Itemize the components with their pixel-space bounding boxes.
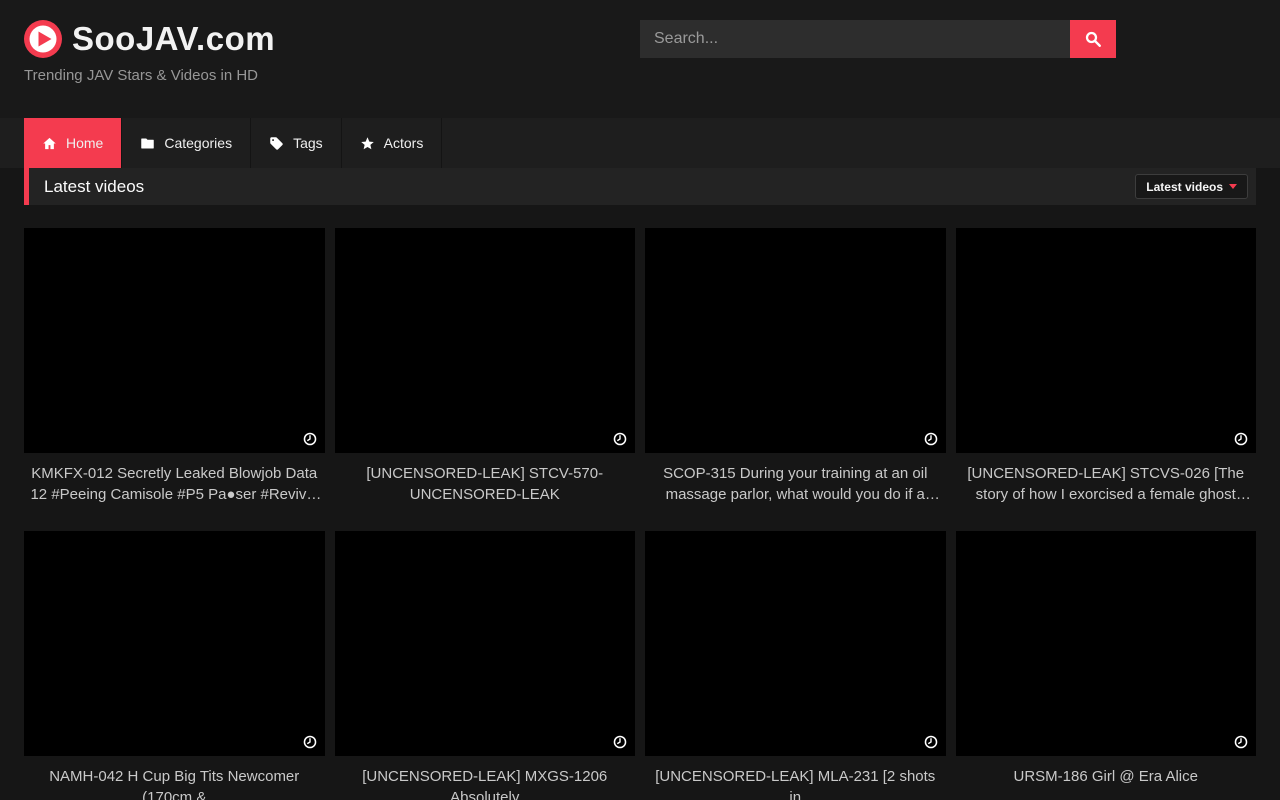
video-grid: KMKFX-012 Secretly Leaked Blowjob Data 1… <box>24 228 1256 800</box>
home-icon <box>42 136 57 151</box>
nav-tab-home[interactable]: Home <box>24 118 122 168</box>
video-thumbnail[interactable] <box>956 531 1257 756</box>
video-title[interactable]: [UNCENSORED-LEAK] MLA-231 [2 shots in <box>645 766 946 800</box>
site-logo[interactable]: SooJAV.com <box>24 20 275 58</box>
clock-icon <box>613 735 627 749</box>
video-title[interactable]: [UNCENSORED-LEAK] STCV-570-UNCENSORED-LE… <box>335 463 636 505</box>
video-card[interactable]: SCOP-315 During your training at an oil … <box>645 228 946 505</box>
clock-icon <box>1234 735 1248 749</box>
sort-dropdown[interactable]: Latest videos <box>1135 174 1248 199</box>
video-card[interactable]: [UNCENSORED-LEAK] STCV-570-UNCENSORED-LE… <box>335 228 636 505</box>
nav-tab-label: Home <box>66 135 103 151</box>
video-thumbnail[interactable] <box>645 531 946 756</box>
section-header: Latest videos Latest videos <box>24 168 1256 205</box>
video-thumbnail[interactable] <box>24 531 325 756</box>
video-thumbnail[interactable] <box>335 531 636 756</box>
search-input[interactable] <box>640 20 1070 58</box>
search-button[interactable] <box>1070 20 1116 58</box>
tag-icon <box>269 136 284 151</box>
nav-tab-label: Categories <box>164 135 232 151</box>
video-card[interactable]: NAMH-042 H Cup Big Tits Newcomer (170cm … <box>24 531 325 800</box>
video-title[interactable]: KMKFX-012 Secretly Leaked Blowjob Data 1… <box>24 463 325 505</box>
video-title[interactable]: [UNCENSORED-LEAK] MXGS-1206 Absolutely <box>335 766 636 800</box>
video-card[interactable]: [UNCENSORED-LEAK] MLA-231 [2 shots in <box>645 531 946 800</box>
video-thumbnail[interactable] <box>645 228 946 453</box>
video-title[interactable]: NAMH-042 H Cup Big Tits Newcomer (170cm … <box>24 766 325 800</box>
nav-tab-label: Tags <box>293 135 323 151</box>
site-header: SooJAV.com Trending JAV Stars & Videos i… <box>0 0 1280 118</box>
video-title[interactable]: [UNCENSORED-LEAK] STCVS-026 [The story o… <box>956 463 1257 505</box>
search-icon <box>1084 30 1102 48</box>
clock-icon <box>1234 432 1248 446</box>
video-card[interactable]: KMKFX-012 Secretly Leaked Blowjob Data 1… <box>24 228 325 505</box>
clock-icon <box>303 432 317 446</box>
video-thumbnail[interactable] <box>24 228 325 453</box>
nav-tab-tags[interactable]: Tags <box>251 118 342 168</box>
play-icon <box>24 20 62 58</box>
folder-icon <box>140 136 155 151</box>
section-title: Latest videos <box>44 177 144 197</box>
caret-down-icon <box>1229 184 1237 189</box>
nav-tab-actors[interactable]: Actors <box>342 118 443 168</box>
site-name[interactable]: SooJAV.com <box>72 20 275 58</box>
sort-dropdown-label: Latest videos <box>1146 180 1223 194</box>
video-thumbnail[interactable] <box>956 228 1257 453</box>
video-card[interactable]: [UNCENSORED-LEAK] MXGS-1206 Absolutely <box>335 531 636 800</box>
site-tagline: Trending JAV Stars & Videos in HD <box>24 67 1256 84</box>
video-card[interactable]: [UNCENSORED-LEAK] STCVS-026 [The story o… <box>956 228 1257 505</box>
nav-tab-categories[interactable]: Categories <box>122 118 251 168</box>
nav-tab-label: Actors <box>384 135 424 151</box>
search-form <box>640 20 1116 58</box>
video-thumbnail[interactable] <box>335 228 636 453</box>
clock-icon <box>613 432 627 446</box>
clock-icon <box>924 432 938 446</box>
video-title[interactable]: URSM-186 Girl @ Era Alice <box>956 766 1257 787</box>
clock-icon <box>303 735 317 749</box>
clock-icon <box>924 735 938 749</box>
video-title[interactable]: SCOP-315 During your training at an oil … <box>645 463 946 505</box>
video-card[interactable]: URSM-186 Girl @ Era Alice <box>956 531 1257 800</box>
main-nav: Home Categories Tags Actors <box>0 118 1280 168</box>
star-icon <box>360 136 375 151</box>
